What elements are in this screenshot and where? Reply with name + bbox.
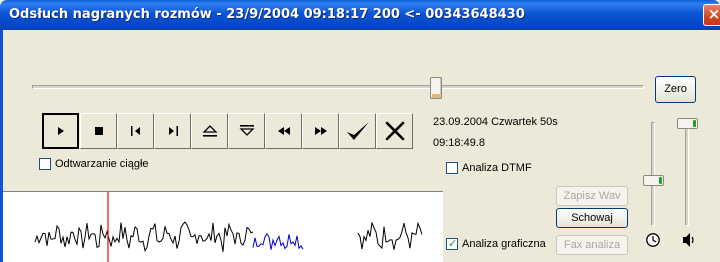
fax-analysis-button[interactable]: Fax analiza bbox=[556, 235, 628, 255]
zero-button[interactable]: Zero bbox=[655, 76, 696, 103]
waveform-trace bbox=[357, 221, 423, 250]
eject-up-button[interactable] bbox=[191, 113, 228, 149]
current-time: 09:18:49.8 bbox=[433, 137, 485, 149]
position-slider-track[interactable] bbox=[32, 85, 644, 89]
eject-down-icon bbox=[238, 125, 255, 136]
speed-slider-thumb[interactable] bbox=[643, 175, 664, 186]
dtmf-label: Analiza DTMF bbox=[462, 162, 532, 174]
fast-forward-icon bbox=[314, 127, 327, 135]
check-icon: ✓ bbox=[448, 237, 458, 250]
eject-icon bbox=[201, 125, 218, 137]
position-slider-thumb[interactable] bbox=[430, 77, 442, 99]
rewind-button[interactable] bbox=[265, 113, 302, 149]
speed-slider-track[interactable] bbox=[651, 122, 655, 226]
volume-slider-thumb[interactable] bbox=[677, 118, 698, 129]
stop-icon bbox=[94, 127, 103, 135]
checkmark-icon bbox=[346, 122, 369, 140]
accept-button[interactable] bbox=[339, 113, 376, 149]
rewind-icon bbox=[277, 127, 290, 135]
fast-forward-button[interactable] bbox=[302, 113, 339, 149]
graphic-analysis-checkbox[interactable]: ✓ bbox=[446, 237, 458, 250]
stop-button[interactable] bbox=[80, 113, 117, 149]
hide-button[interactable]: Schowaj bbox=[556, 208, 628, 228]
waveform-trace bbox=[252, 233, 304, 250]
save-wav-button[interactable]: Zapisz Wav bbox=[556, 186, 628, 206]
mark-start-button[interactable] bbox=[117, 113, 154, 149]
recording-date: 23.09.2004 Czwartek 50s bbox=[433, 116, 558, 128]
waveform-trace bbox=[34, 221, 254, 252]
eject-down-button[interactable] bbox=[228, 113, 265, 149]
close-icon: × bbox=[707, 5, 720, 23]
close-button[interactable]: × bbox=[703, 4, 720, 26]
graphic-analysis-label: Analiza graficzna bbox=[462, 238, 546, 250]
mark-end-icon bbox=[168, 126, 178, 136]
continuous-checkbox[interactable] bbox=[39, 158, 51, 170]
reject-button[interactable] bbox=[376, 113, 413, 149]
play-button[interactable] bbox=[42, 113, 79, 149]
window-title: Odsłuch nagranych rozmów - 23/9/2004 09:… bbox=[9, 7, 525, 22]
dtmf-checkbox[interactable] bbox=[446, 162, 458, 174]
mark-end-button[interactable] bbox=[154, 113, 191, 149]
title-bar: Odsłuch nagranych rozmów - 23/9/2004 09:… bbox=[0, 0, 720, 30]
play-icon bbox=[57, 127, 64, 135]
x-icon bbox=[385, 121, 404, 141]
volume-slider-track[interactable] bbox=[685, 122, 689, 226]
continuous-label: Odtwarzanie ciągłe bbox=[55, 158, 149, 170]
clock-icon bbox=[646, 233, 660, 247]
waveform-panel[interactable] bbox=[3, 191, 443, 262]
waveform-graph bbox=[34, 192, 423, 262]
speaker-icon bbox=[683, 233, 694, 247]
mark-start-icon bbox=[130, 126, 140, 136]
